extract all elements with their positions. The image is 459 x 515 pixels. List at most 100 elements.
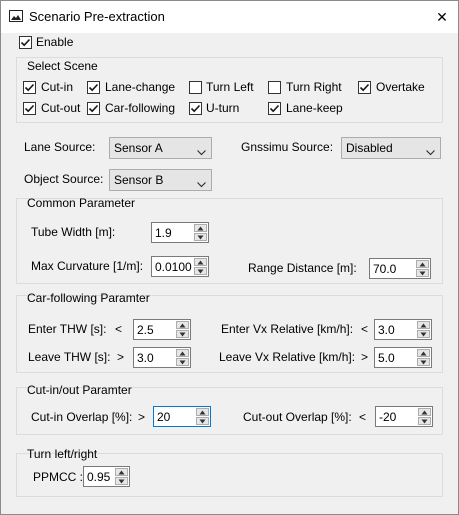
object-source-select[interactable]: Sensor B (109, 169, 212, 191)
enter-vx-label: Enter Vx Relative [km/h]: (221, 322, 354, 336)
cut-in-overlap-label: Cut-in Overlap [%]: (31, 410, 133, 424)
cut-in-overlap-value: 20 (157, 410, 171, 424)
scene-cut-in-label: Cut-in (41, 80, 74, 94)
spin-up-icon[interactable] (417, 321, 430, 329)
car-following-title: Car-following Paramter (27, 291, 150, 305)
spin-up-icon[interactable] (194, 258, 207, 266)
object-source-label: Object Source: (24, 172, 104, 186)
dialog-window: Scenario Pre-extraction ✕ Enable Select … (0, 0, 459, 515)
cut-in-out-title: Cut-in/out Paramter (27, 383, 132, 397)
scene-cut-out-checkbox[interactable] (23, 102, 36, 115)
tube-width-spinbox[interactable]: 1.9 (151, 222, 209, 243)
cut-in-overlap-spinbox[interactable]: 20 (153, 406, 211, 427)
chevron-down-icon (197, 177, 206, 191)
enable-label: Enable (36, 35, 74, 49)
cut-out-overlap-value: -20 (379, 410, 397, 424)
spin-up-icon[interactable] (194, 224, 207, 232)
scene-u-turn-checkbox[interactable] (189, 102, 202, 115)
common-parameter-title: Common Parameter (27, 196, 136, 210)
select-scene-title: Select Scene (27, 59, 98, 73)
spin-buttons (176, 321, 189, 338)
leave-thw-operator: > (117, 350, 125, 364)
scene-cut-in-checkbox[interactable] (23, 81, 36, 94)
scene-lane-keep-checkbox[interactable] (268, 102, 281, 115)
spin-down-icon[interactable] (176, 358, 189, 366)
spin-up-icon[interactable] (176, 349, 189, 357)
spin-buttons (418, 408, 431, 425)
scene-lane-keep-label: Lane-keep (286, 101, 343, 115)
spin-buttons (196, 408, 209, 425)
cut-out-operator: < (359, 410, 367, 424)
spin-down-icon[interactable] (194, 267, 207, 275)
max-curvature-value: 0.0100 (155, 260, 192, 274)
spin-down-icon[interactable] (416, 269, 429, 277)
enter-thw-label: Enter THW [s]: (28, 322, 107, 336)
leave-thw-label: Leave THW [s]: (28, 350, 111, 364)
tube-width-value: 1.9 (155, 226, 172, 240)
spin-down-icon[interactable] (176, 330, 189, 338)
ppmcc-spinbox[interactable]: 0.95 (83, 466, 130, 487)
spin-up-icon[interactable] (417, 349, 430, 357)
cut-in-operator: > (138, 410, 146, 424)
chevron-down-icon (426, 145, 435, 159)
scene-turn-left-label: Turn Left (206, 80, 254, 94)
scene-turn-left-checkbox[interactable] (189, 81, 202, 94)
spin-down-icon[interactable] (196, 417, 209, 425)
spin-down-icon[interactable] (115, 477, 128, 485)
spin-down-icon[interactable] (194, 233, 207, 241)
scene-u-turn-label: U-turn (206, 101, 240, 115)
enter-vx-spinbox[interactable]: 3.0 (374, 319, 432, 340)
spin-buttons (417, 349, 430, 366)
spin-buttons (416, 260, 429, 277)
scene-cut-out-label: Cut-out (41, 101, 81, 115)
leave-thw-spinbox[interactable]: 3.0 (133, 347, 191, 368)
chevron-down-icon (197, 145, 206, 159)
spin-down-icon[interactable] (418, 417, 431, 425)
enter-thw-value: 2.5 (137, 323, 154, 337)
scene-lane-change-checkbox[interactable] (87, 81, 100, 94)
range-distance-value: 70.0 (373, 262, 397, 276)
leave-vx-operator: > (361, 350, 369, 364)
leave-vx-spinbox[interactable]: 5.0 (374, 347, 432, 368)
spin-up-icon[interactable] (418, 408, 431, 416)
range-distance-label: Range Distance [m]: (248, 261, 357, 275)
gnssimu-source-label: Gnssimu Source: (241, 140, 334, 154)
scene-overtake-checkbox[interactable] (358, 81, 371, 94)
leave-vx-label: Leave Vx Relative [km/h]: (219, 350, 356, 364)
spin-buttons (176, 349, 189, 366)
spin-buttons (417, 321, 430, 338)
cut-out-overlap-label: Cut-out Overlap [%]: (243, 410, 352, 424)
spin-down-icon[interactable] (417, 330, 430, 338)
spin-buttons (194, 258, 207, 275)
turn-title: Turn left/right (27, 447, 98, 461)
range-distance-spinbox[interactable]: 70.0 (369, 258, 431, 279)
spin-up-icon[interactable] (176, 321, 189, 329)
gnssimu-source-value: Disabled (346, 141, 393, 155)
enter-thw-spinbox[interactable]: 2.5 (133, 319, 191, 340)
enable-checkbox[interactable] (19, 36, 32, 49)
leave-thw-value: 3.0 (137, 351, 154, 365)
max-curvature-spinbox[interactable]: 0.0100 (151, 256, 209, 277)
close-icon[interactable]: ✕ (426, 1, 458, 33)
cut-out-overlap-spinbox[interactable]: -20 (375, 406, 433, 427)
enter-vx-value: 3.0 (378, 323, 395, 337)
tube-width-label: Tube Width [m]: (31, 225, 116, 239)
enter-vx-operator: < (361, 322, 369, 336)
lane-source-value: Sensor A (114, 141, 163, 155)
spin-up-icon[interactable] (196, 408, 209, 416)
spin-down-icon[interactable] (417, 358, 430, 366)
scene-car-following-label: Car-following (105, 101, 176, 115)
leave-vx-value: 5.0 (378, 351, 395, 365)
spin-up-icon[interactable] (416, 260, 429, 268)
gnssimu-source-select[interactable]: Disabled (341, 137, 441, 159)
spin-up-icon[interactable] (115, 468, 128, 476)
enter-thw-operator: < (115, 322, 123, 336)
scene-turn-right-checkbox[interactable] (268, 81, 281, 94)
lane-source-select[interactable]: Sensor A (109, 137, 212, 159)
title-bar[interactable]: Scenario Pre-extraction ✕ (1, 1, 458, 33)
scene-car-following-checkbox[interactable] (87, 102, 100, 115)
lane-source-label: Lane Source: (24, 140, 96, 154)
ppmcc-value: 0.95 (87, 470, 111, 484)
image-icon (9, 10, 23, 22)
window-title: Scenario Pre-extraction (29, 9, 165, 24)
